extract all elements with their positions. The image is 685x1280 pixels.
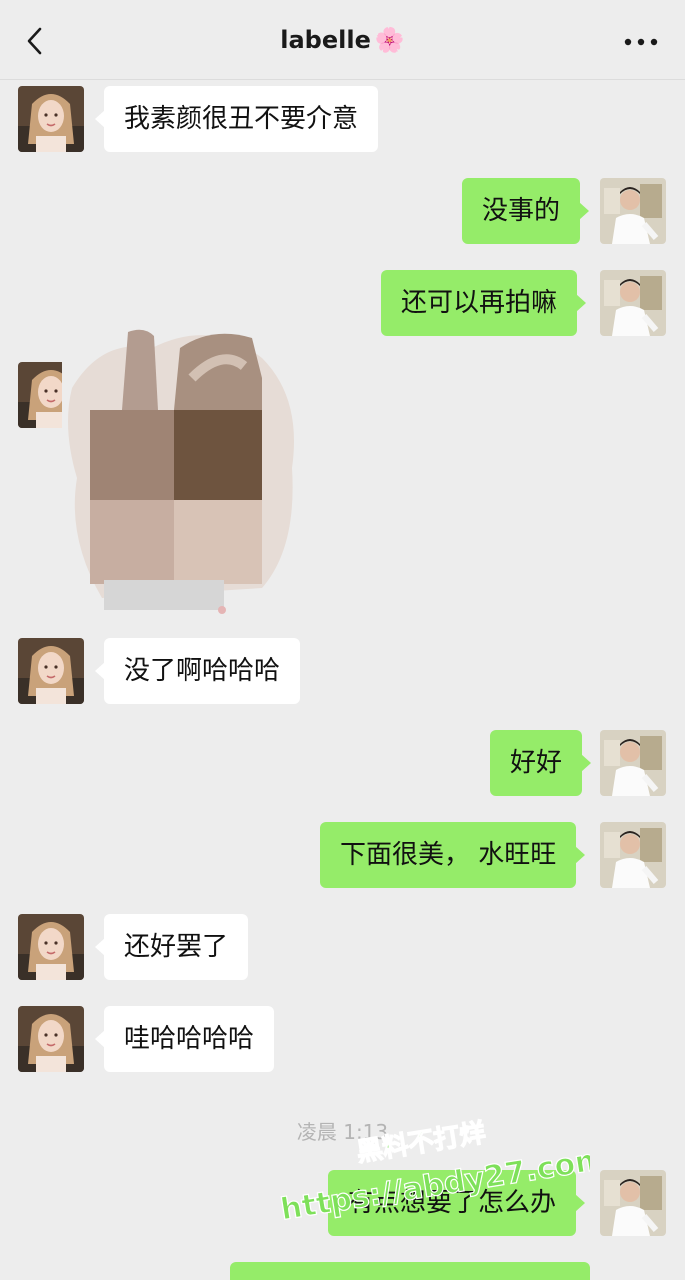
contact-avatar[interactable]: [18, 638, 84, 704]
contact-avatar[interactable]: [18, 1006, 84, 1072]
message-bubble-outgoing[interactable]: 好好: [490, 730, 592, 796]
message-text: 没事的: [482, 196, 561, 226]
message-timestamp: 凌晨 1:13: [296, 1120, 389, 1144]
message-bubble-incoming[interactable]: 哇哈哈哈哈: [94, 1006, 275, 1072]
my-avatar[interactable]: [600, 270, 666, 336]
message-bubble-outgoing[interactable]: 下面很美， 水旺旺: [320, 822, 586, 888]
message-bubble-incoming[interactable]: 没了啊哈哈哈: [94, 638, 301, 704]
chat-title: labelle 🌸: [0, 26, 685, 54]
pixelated-photo-message[interactable]: [62, 318, 302, 614]
contact-avatar[interactable]: [18, 914, 84, 980]
message-bubble-outgoing[interactable]: 有点想要了怎么办: [328, 1170, 586, 1236]
message-text: 我素颜很丑不要介意: [124, 104, 359, 134]
message-text: 下面很美， 水旺旺: [340, 840, 557, 870]
message-text: 没了啊哈哈哈: [124, 656, 281, 686]
my-avatar[interactable]: [600, 1170, 666, 1236]
contact-avatar[interactable]: [18, 86, 84, 152]
message-bubble-outgoing[interactable]: 还可以再拍嘛: [381, 270, 587, 336]
message-bubble-incoming[interactable]: 我素颜很丑不要介意: [94, 86, 379, 152]
contact-name: labelle: [280, 26, 371, 54]
message-bubble-outgoing[interactable]: 没事的: [462, 178, 590, 244]
chat-header: labelle 🌸: [0, 0, 685, 80]
message-bubble-incoming[interactable]: 还好罢了: [94, 914, 249, 980]
flower-emoji: 🌸: [374, 26, 405, 54]
my-avatar[interactable]: [600, 178, 666, 244]
more-dots-icon[interactable]: [621, 32, 661, 52]
message-bubble-outgoing-partial: [230, 1262, 590, 1280]
message-text: 还可以再拍嘛: [401, 288, 558, 318]
my-avatar[interactable]: [600, 822, 666, 888]
message-text: 哇哈哈哈哈: [124, 1024, 255, 1054]
my-avatar[interactable]: [600, 730, 666, 796]
message-text: 有点想要了怎么办: [348, 1188, 557, 1218]
message-text: 好好: [510, 748, 563, 778]
message-text: 还好罢了: [124, 932, 229, 962]
